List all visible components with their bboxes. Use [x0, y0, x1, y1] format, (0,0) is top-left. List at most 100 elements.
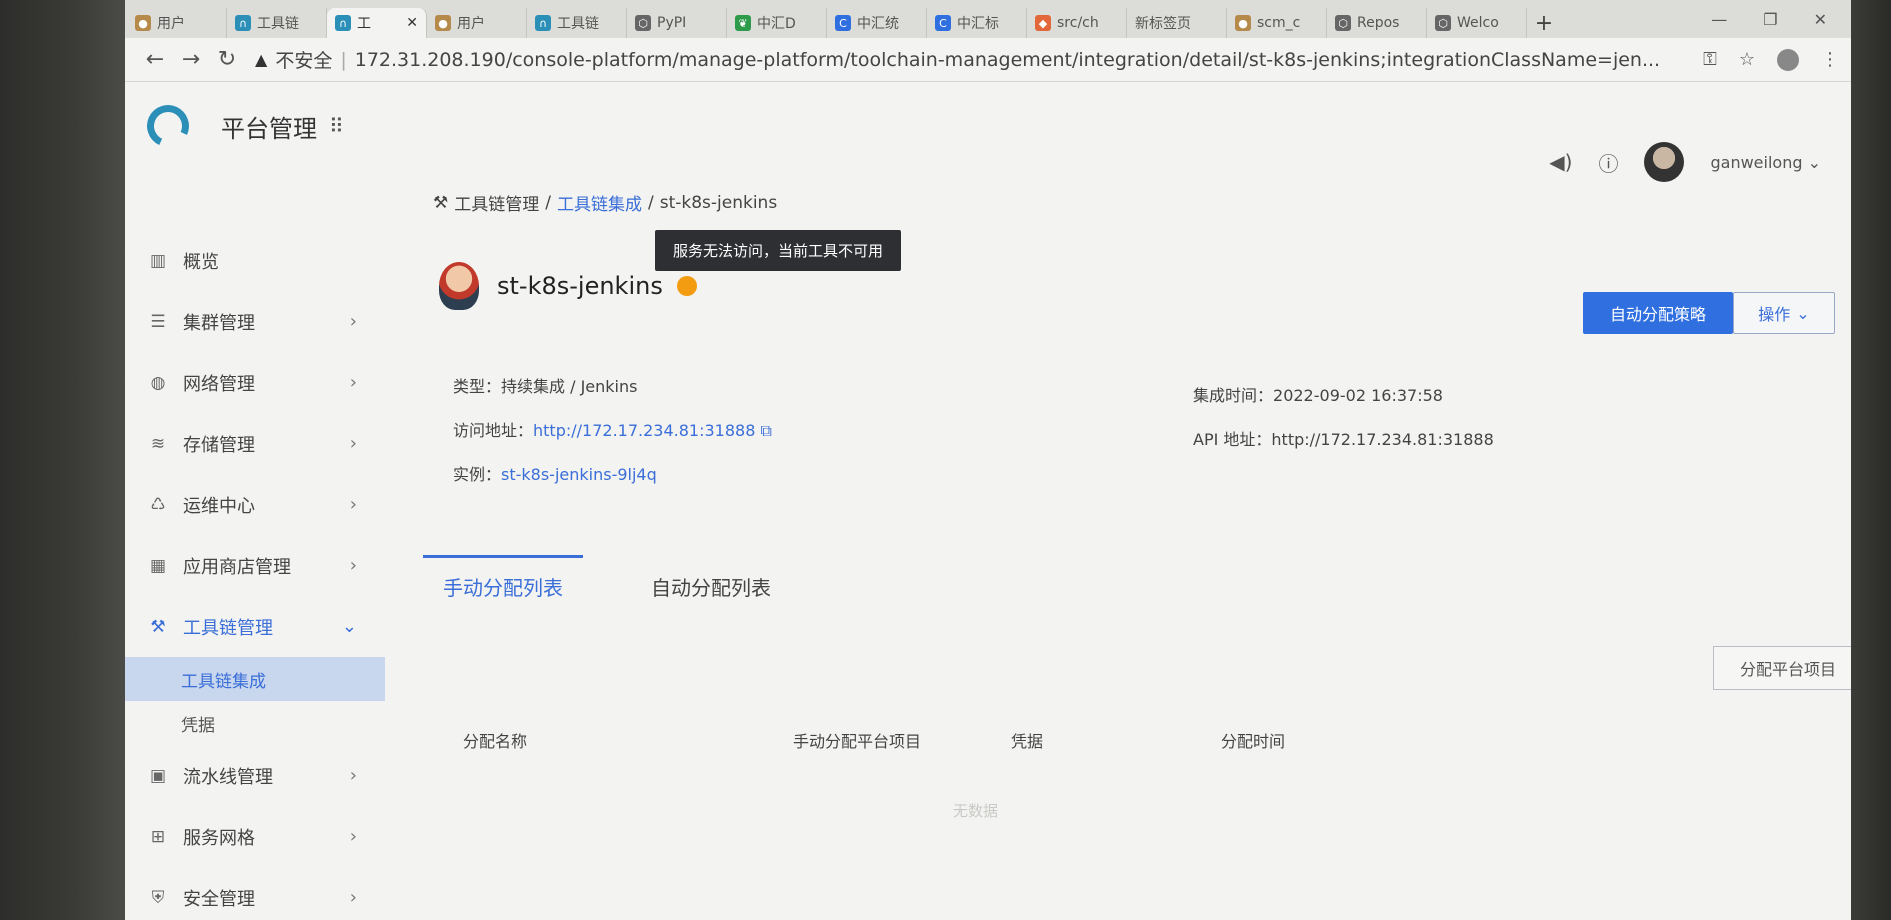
browser-tab[interactable]: ⬡ PyPI	[627, 8, 727, 38]
divider: |	[340, 48, 347, 71]
browser-tab[interactable]: C 中汇标	[927, 8, 1027, 38]
store-icon: ▦	[149, 555, 167, 576]
star-icon[interactable]: ☆	[1739, 49, 1755, 70]
chevron-right-icon: ›	[349, 887, 357, 908]
tools-icon: ⚒	[150, 616, 166, 637]
minimize-icon[interactable]: —	[1711, 10, 1727, 29]
browser-tab[interactable]: ∩ 工具链	[227, 8, 327, 38]
apps-grid-icon[interactable]: ⠿	[329, 114, 344, 138]
breadcrumb-root[interactable]: 工具链管理	[454, 190, 539, 215]
database-icon: ≋	[150, 433, 166, 454]
new-tab-button[interactable]: +	[1527, 8, 1561, 38]
instance-link[interactable]: st-k8s-jenkins-9lj4q	[501, 465, 657, 484]
instance-row: 实例：st-k8s-jenkins-9lj4q	[453, 465, 657, 484]
sidebar-item-overview[interactable]: ▥ 概览	[125, 230, 385, 291]
pipeline-icon: ▣	[149, 765, 167, 786]
sidebar-subitem-credentials[interactable]: 凭据	[125, 701, 385, 745]
back-icon[interactable]: ←	[137, 47, 173, 72]
browser-tab[interactable]: ◆ src/ch	[1027, 8, 1127, 38]
browser-tab[interactable]: ❦ 中汇D	[727, 8, 827, 38]
username[interactable]: ganweilong ⌄	[1710, 153, 1821, 172]
breadcrumb-separator: /	[647, 192, 654, 213]
chevron-right-icon: ›	[349, 494, 357, 515]
browser-tab[interactable]: ● 用户	[127, 8, 227, 38]
sidebar-item-pipeline[interactable]: ▣ 流水线管理 ›	[125, 745, 385, 806]
profile-avatar[interactable]	[1777, 48, 1799, 71]
chevron-down-icon: ⌄	[1796, 303, 1810, 323]
shield-icon: ⛨	[151, 887, 165, 908]
browser-tab[interactable]: ● scm_c	[1227, 8, 1327, 38]
restore-icon[interactable]: ❐	[1763, 10, 1777, 29]
browser-tab[interactable]: C 中汇统	[827, 8, 927, 38]
server-icon: ☰	[150, 311, 166, 332]
tools-icon: ⚒	[433, 192, 449, 213]
sidebar-subitem-integration[interactable]: 工具链集成	[125, 657, 385, 701]
sidebar-item-appstore[interactable]: ▦ 应用商店管理 ›	[125, 535, 385, 596]
detail-info-left: 类型：持续集成 / Jenkins 访问地址：http://172.17.234…	[453, 365, 772, 497]
hex-icon: ⬡	[1335, 15, 1351, 31]
security-label: 不安全	[275, 50, 333, 72]
browser-tab[interactable]: ⬡ Welco	[1427, 8, 1527, 38]
breadcrumb-integration-link[interactable]: 工具链集成	[557, 190, 642, 215]
chevron-right-icon: ›	[349, 555, 357, 576]
key-icon[interactable]: ⚿	[1703, 49, 1717, 70]
access-url-row: 访问地址：http://172.17.234.81:31888 ⧉	[453, 421, 772, 440]
browser-tab[interactable]: 新标签页	[1127, 8, 1227, 38]
user-avatar[interactable]	[1644, 142, 1685, 182]
tab-auto-assignments[interactable]: 自动分配列表	[631, 555, 791, 611]
browser-tab[interactable]: ● 用户	[427, 8, 527, 38]
close-icon[interactable]: ✕	[406, 15, 418, 31]
sidebar-item-mesh[interactable]: ⊞ 服务网格 ›	[125, 806, 385, 867]
warning-icon: ▲	[255, 50, 268, 69]
sidebar-item-toolchain[interactable]: ⚒ 工具链管理 ⌄	[125, 596, 385, 657]
sidebar: ▥ 概览 ☰ 集群管理 › ◍ 网络管理 › ≋ 存储管理 › ♺ 运维中心 › ▦ 应用商店管理 ›…	[125, 230, 385, 920]
header-actions: ◀) ⓘ ganweilong ⌄	[1549, 142, 1821, 182]
service-name: st-k8s-jenkins	[497, 272, 663, 300]
status-warning-icon[interactable]	[676, 276, 697, 296]
speaker-icon[interactable]: ◀)	[1549, 150, 1572, 174]
help-icon[interactable]: ⓘ	[1598, 148, 1618, 177]
blue-c-icon: C	[835, 15, 851, 31]
reload-icon[interactable]: ↻	[209, 47, 245, 72]
breadcrumb-separator: /	[545, 192, 551, 213]
platform-logo-icon: ∩	[335, 15, 351, 31]
breadcrumb: ⚒ 工具链管理 / 工具链集成 / st-k8s-jenkins	[433, 190, 1813, 216]
more-menu-icon[interactable]: ⋮	[1821, 49, 1839, 70]
sidebar-item-security[interactable]: ⛨ 安全管理 ›	[125, 867, 385, 920]
jenkins-logo-icon	[439, 262, 479, 310]
platform-logo-icon: ∩	[535, 15, 551, 31]
close-window-icon[interactable]: ✕	[1814, 10, 1827, 29]
sidebar-item-cluster[interactable]: ☰ 集群管理 ›	[125, 291, 385, 352]
browser-tab-active[interactable]: ∩ 工 ✕	[327, 8, 427, 38]
main-content: ⚒ 工具链管理 / 工具链集成 / st-k8s-jenkins 服务无法访问，…	[413, 190, 1851, 820]
integrated-time-row: 集成时间：2022-09-02 16:37:58	[1193, 386, 1443, 405]
url-field[interactable]: ▲ 不安全 | 172.31.208.190/console-platform/…	[255, 46, 1689, 73]
platform-logo-icon: ∩	[235, 15, 251, 31]
address-bar: ← → ↻ ▲ 不安全 | 172.31.208.190/console-pla…	[125, 38, 1851, 82]
forward-icon[interactable]: →	[173, 47, 209, 72]
actions-dropdown-button[interactable]: 操作 ⌄	[1733, 292, 1835, 334]
address-bar-actions: ⚿ ☆ ⋮	[1689, 48, 1839, 71]
empty-state-text: 无数据	[953, 802, 999, 820]
access-url-link[interactable]: http://172.17.234.81:31888	[533, 421, 755, 440]
type-row: 类型：持续集成 / Jenkins	[453, 377, 638, 396]
chevron-right-icon: ›	[349, 433, 357, 454]
auto-assign-policy-button[interactable]: 自动分配策略	[1583, 292, 1733, 334]
platform-logo-icon[interactable]	[141, 99, 195, 153]
bar-chart-icon: ▥	[149, 250, 167, 271]
globe-icon: ◍	[150, 372, 166, 393]
sidebar-item-storage[interactable]: ≋ 存储管理 ›	[125, 413, 385, 474]
tab-manual-assignments[interactable]: 手动分配列表	[423, 555, 583, 611]
browser-tab[interactable]: ⬡ Repos	[1327, 8, 1427, 38]
gitlab-icon: ◆	[1035, 15, 1051, 31]
browser-tab[interactable]: ∩ 工具链	[527, 8, 627, 38]
column-header: 凭据	[1011, 732, 1044, 751]
sidebar-item-network[interactable]: ◍ 网络管理 ›	[125, 352, 385, 413]
app-title: 平台管理	[221, 114, 317, 143]
assignment-tabs: 手动分配列表 自动分配列表	[423, 555, 791, 611]
browser-tab-strip: ● 用户 ∩ 工具链 ∩ 工 ✕ ● 用户 ∩ 工具链 ⬡ PyPI ❦ 中汇D C 中汇统 C中…	[125, 0, 1851, 38]
app-header: 平台管理 ⠿ ◀) ⓘ ganweilong ⌄	[125, 82, 1851, 182]
assign-platform-project-button[interactable]: 分配平台项目	[1713, 646, 1851, 690]
sidebar-item-ops[interactable]: ♺ 运维中心 ›	[125, 474, 385, 535]
external-link-icon[interactable]: ⧉	[760, 421, 771, 440]
